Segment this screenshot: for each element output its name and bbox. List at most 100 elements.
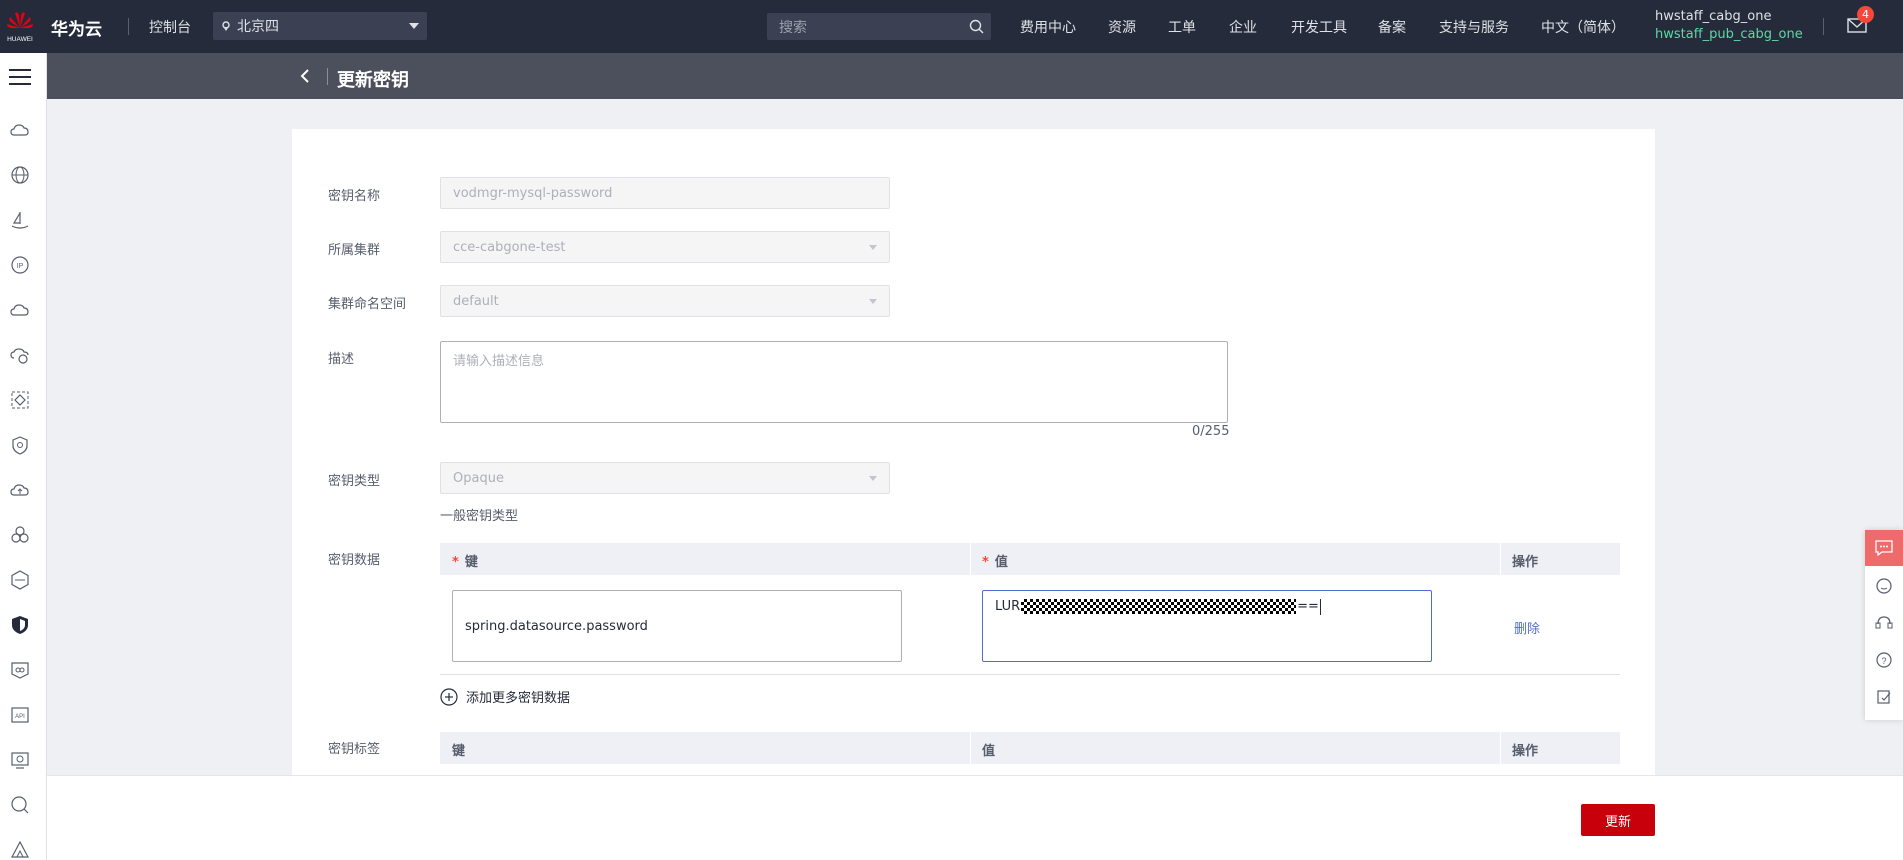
cluster-value: cce-cabgone-test — [453, 239, 566, 255]
search-input[interactable]: 搜索 — [767, 13, 991, 40]
chevron-down-icon — [869, 476, 877, 481]
divider — [327, 68, 328, 85]
secret-name-field: vodmgr-mysql-password — [440, 177, 890, 209]
headset-icon[interactable] — [1865, 605, 1903, 641]
secret-data-label: 密钥数据 — [328, 553, 381, 568]
column-key: 键 — [452, 744, 466, 759]
divider — [1823, 18, 1824, 35]
chevron-down-icon — [869, 245, 877, 250]
nav-support[interactable]: 支持与服务 — [1439, 17, 1509, 37]
user-name: hwstaff_cabg_one — [1655, 9, 1772, 24]
secret-key-input[interactable]: spring.datasource.password — [452, 590, 902, 662]
container-icon[interactable] — [9, 659, 31, 681]
add-more-label: 添加更多密钥数据 — [466, 691, 571, 706]
api-icon[interactable]: API — [9, 704, 31, 726]
region-selector[interactable]: 北京四 — [213, 12, 427, 40]
description-textarea[interactable]: 请输入描述信息 — [440, 341, 1228, 423]
console-link[interactable]: 控制台 — [149, 17, 191, 37]
tent-icon[interactable] — [9, 839, 31, 860]
secret-value-textarea[interactable]: LUR == — [982, 590, 1432, 662]
cloud-cycle-icon[interactable] — [9, 344, 31, 366]
add-circle-icon — [440, 687, 458, 706]
cluster-icon[interactable] — [9, 524, 31, 546]
back-arrow-icon[interactable] — [299, 69, 311, 83]
nav-dev-tools[interactable]: 开发工具 — [1291, 17, 1347, 37]
top-navigation-bar: HUAWEI 华为云 控制台 北京四 搜索 费用中心 资源 工单 企业 开发工具… — [0, 0, 1903, 53]
svg-text:IP: IP — [17, 263, 24, 270]
brand-name[interactable]: 华为云 — [51, 15, 102, 40]
page-header: 更新密钥 — [47, 53, 1903, 99]
nav-resources[interactable]: 资源 — [1108, 17, 1136, 37]
secret-type-label: 密钥类型 — [328, 474, 381, 489]
chevron-down-icon — [869, 299, 877, 304]
add-more-data-button[interactable]: 添加更多密钥数据 — [440, 687, 570, 706]
shield-icon[interactable] — [9, 614, 31, 636]
huawei-logo-icon[interactable]: HUAWEI — [4, 8, 36, 44]
nav-billing[interactable]: 费用中心 — [1020, 17, 1076, 37]
nav-language[interactable]: 中文（简体） — [1541, 17, 1625, 37]
cluster-select: cce-cabgone-test — [440, 231, 890, 263]
svg-text:?: ? — [1881, 656, 1886, 666]
location-pin-icon — [222, 21, 230, 31]
update-secret-form: 密钥名称 vodmgr-mysql-password 所属集群 cce-cabg… — [292, 129, 1655, 775]
namespace-select: default — [440, 285, 890, 317]
user-subaccount: hwstaff_pub_cabg_one — [1655, 27, 1803, 42]
logo-text: HUAWEI — [7, 36, 33, 43]
ship-icon[interactable] — [9, 209, 31, 231]
nav-icp[interactable]: 备案 — [1378, 17, 1406, 37]
feedback-icon[interactable] — [1865, 679, 1903, 715]
description-label: 描述 — [328, 352, 355, 367]
service-sidebar: IP API — [0, 53, 47, 860]
chevron-down-icon — [409, 23, 419, 29]
secret-type-hint: 一般密钥类型 — [440, 509, 519, 524]
divider — [440, 674, 1620, 675]
text-cursor — [1319, 599, 1321, 615]
smile-icon[interactable] — [1865, 568, 1903, 604]
region-label: 北京四 — [237, 19, 279, 35]
page-title: 更新密钥 — [337, 70, 409, 91]
column-action: 操作 — [1512, 555, 1539, 570]
column-action: 操作 — [1512, 744, 1539, 759]
secret-name-label: 密钥名称 — [328, 189, 381, 204]
cloud-outline-icon[interactable] — [9, 299, 31, 321]
chat-icon[interactable] — [1865, 530, 1903, 566]
hexagon-icon[interactable] — [9, 569, 31, 591]
column-value: * 值 — [982, 555, 1008, 570]
column-value: 值 — [982, 744, 996, 759]
globe-icon[interactable] — [9, 164, 31, 186]
cloud-upload-icon[interactable] — [9, 479, 31, 501]
help-icon[interactable]: ? — [1865, 642, 1903, 678]
monitor-icon[interactable] — [9, 749, 31, 771]
ip-icon[interactable]: IP — [9, 254, 31, 276]
nav-tickets[interactable]: 工单 — [1168, 17, 1196, 37]
secret-value-prefix: LUR — [995, 599, 1021, 614]
namespace-value: default — [453, 293, 499, 309]
cluster-label: 所属集群 — [328, 243, 381, 258]
redacted-mask — [1021, 599, 1297, 614]
description-counter: 0/255 — [1192, 424, 1230, 439]
nav-enterprise[interactable]: 企业 — [1229, 17, 1257, 37]
menu-icon[interactable] — [9, 69, 31, 87]
svg-text:API: API — [15, 714, 25, 720]
floating-toolbar: ? — [1865, 530, 1903, 720]
secret-name-value: vodmgr-mysql-password — [453, 185, 613, 201]
delete-row-link[interactable]: 删除 — [1514, 618, 1540, 637]
update-button[interactable]: 更新 — [1581, 804, 1655, 836]
namespace-label: 集群命名空间 — [328, 297, 407, 312]
search-icon[interactable] — [9, 794, 31, 816]
divider — [128, 18, 129, 35]
notification-badge: 4 — [1857, 6, 1874, 23]
diamond-box-icon[interactable] — [9, 389, 31, 411]
secret-type-select: Opaque — [440, 462, 890, 494]
secret-type-value: Opaque — [453, 470, 504, 486]
search-icon[interactable] — [969, 19, 984, 34]
search-placeholder: 搜索 — [779, 19, 807, 36]
cloud-icon[interactable] — [9, 119, 31, 141]
gear-shield-icon[interactable] — [9, 434, 31, 456]
secret-data-table-header: * 键 * 值 操作 — [440, 543, 1620, 575]
user-account[interactable]: hwstaff_cabg_one hwstaff_pub_cabg_one — [1655, 8, 1803, 44]
secret-value-suffix: == — [1297, 599, 1319, 614]
secret-tags-label: 密钥标签 — [328, 742, 381, 757]
secret-key-value: spring.datasource.password — [465, 618, 648, 634]
secret-tags-table-header: 键 值 操作 — [440, 732, 1620, 764]
